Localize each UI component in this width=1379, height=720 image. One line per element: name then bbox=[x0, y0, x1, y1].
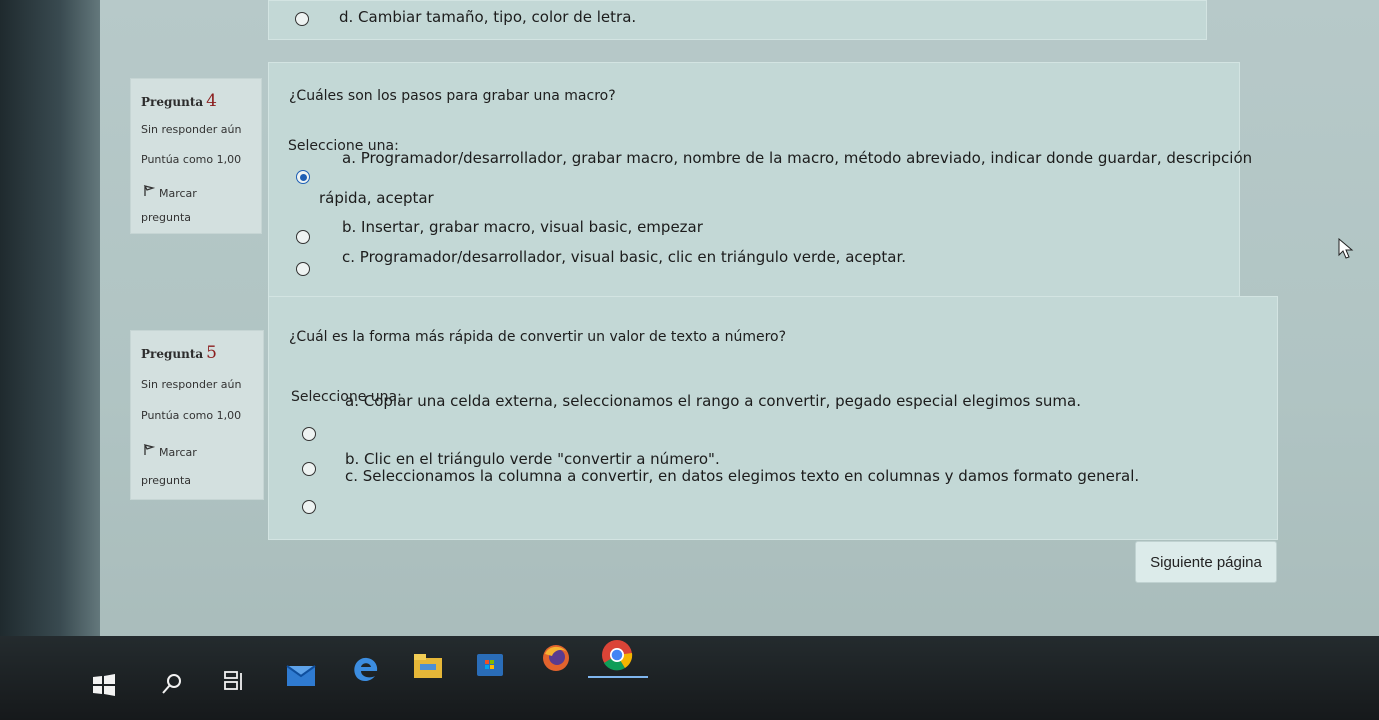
mail-icon[interactable] bbox=[286, 658, 316, 688]
next-page-button[interactable]: Siguiente página bbox=[1135, 541, 1277, 583]
q4-option-a-line2[interactable]: rápida, aceptar bbox=[319, 189, 434, 207]
q4-radio-option-a[interactable] bbox=[296, 170, 310, 184]
chrome-icon[interactable] bbox=[600, 638, 634, 672]
question4-card: ¿Cuáles son los pasos para grabar una ma… bbox=[268, 62, 1252, 302]
q4-radio-option-b[interactable] bbox=[296, 230, 310, 244]
previous-question-card: d. Cambiar tamaño, tipo, color de letra. bbox=[268, 0, 1207, 40]
question4-status: Sin responder aún bbox=[141, 123, 242, 136]
question4-flag-label-2: pregunta bbox=[141, 211, 192, 224]
question5-flag-label-2: pregunta bbox=[141, 474, 192, 487]
active-app-indicator bbox=[588, 676, 648, 678]
q4-option-a-line1[interactable]: a. Programador/desarrollador, grabar mac… bbox=[342, 149, 1252, 167]
windows-start-icon[interactable] bbox=[92, 674, 116, 696]
q4-option-b-label[interactable]: b. Insertar, grabar macro, visual basic,… bbox=[342, 218, 703, 236]
question5-card: ¿Cuál es la forma más rápida de converti… bbox=[268, 296, 1278, 540]
windows-taskbar bbox=[0, 636, 1379, 720]
flag-icon bbox=[143, 444, 155, 455]
radio-option-d[interactable] bbox=[295, 12, 309, 26]
question4-flag[interactable]: Marcar bbox=[143, 185, 197, 200]
question5-score: Puntúa como 1,00 bbox=[141, 409, 242, 422]
question4-number: Pregunta 4 bbox=[141, 91, 217, 111]
edge-icon[interactable] bbox=[350, 654, 380, 686]
question4-info: Pregunta 4 Sin responder aún Puntúa como … bbox=[130, 78, 262, 234]
file-explorer-icon[interactable] bbox=[412, 650, 444, 680]
store-icon[interactable] bbox=[475, 648, 505, 678]
question5-info: Pregunta 5 Sin responder aún Puntúa como … bbox=[130, 330, 264, 500]
q4-option-c-label[interactable]: c. Programador/desarrollador, visual bas… bbox=[342, 248, 906, 266]
q5-option-c-label[interactable]: c. Seleccionamos la columna a convertir,… bbox=[345, 467, 1139, 485]
option-d-label: d. Cambiar tamaño, tipo, color de letra. bbox=[339, 8, 637, 26]
task-view-icon[interactable] bbox=[222, 670, 246, 694]
search-icon[interactable] bbox=[160, 672, 184, 696]
q5-option-a-label[interactable]: a. Copiar una celda externa, seleccionam… bbox=[345, 392, 1081, 410]
q5-radio-option-b[interactable] bbox=[302, 462, 316, 476]
question5-text: ¿Cuál es la forma más rápida de converti… bbox=[289, 329, 787, 345]
question5-number: Pregunta 5 bbox=[141, 343, 217, 363]
flag-icon bbox=[143, 185, 155, 196]
q5-radio-option-a[interactable] bbox=[302, 427, 316, 441]
mouse-cursor-icon bbox=[1338, 238, 1354, 259]
question5-flag[interactable]: Marcar bbox=[143, 444, 197, 459]
q5-radio-option-c[interactable] bbox=[302, 500, 316, 514]
question5-status: Sin responder aún bbox=[141, 378, 242, 391]
question4-text: ¿Cuáles son los pasos para grabar una ma… bbox=[289, 88, 616, 104]
q5-option-b-label[interactable]: b. Clic en el triángulo verde "convertir… bbox=[345, 450, 720, 468]
firefox-icon[interactable] bbox=[540, 642, 572, 674]
q4-radio-option-c[interactable] bbox=[296, 262, 310, 276]
question4-score: Puntúa como 1,00 bbox=[141, 153, 242, 166]
